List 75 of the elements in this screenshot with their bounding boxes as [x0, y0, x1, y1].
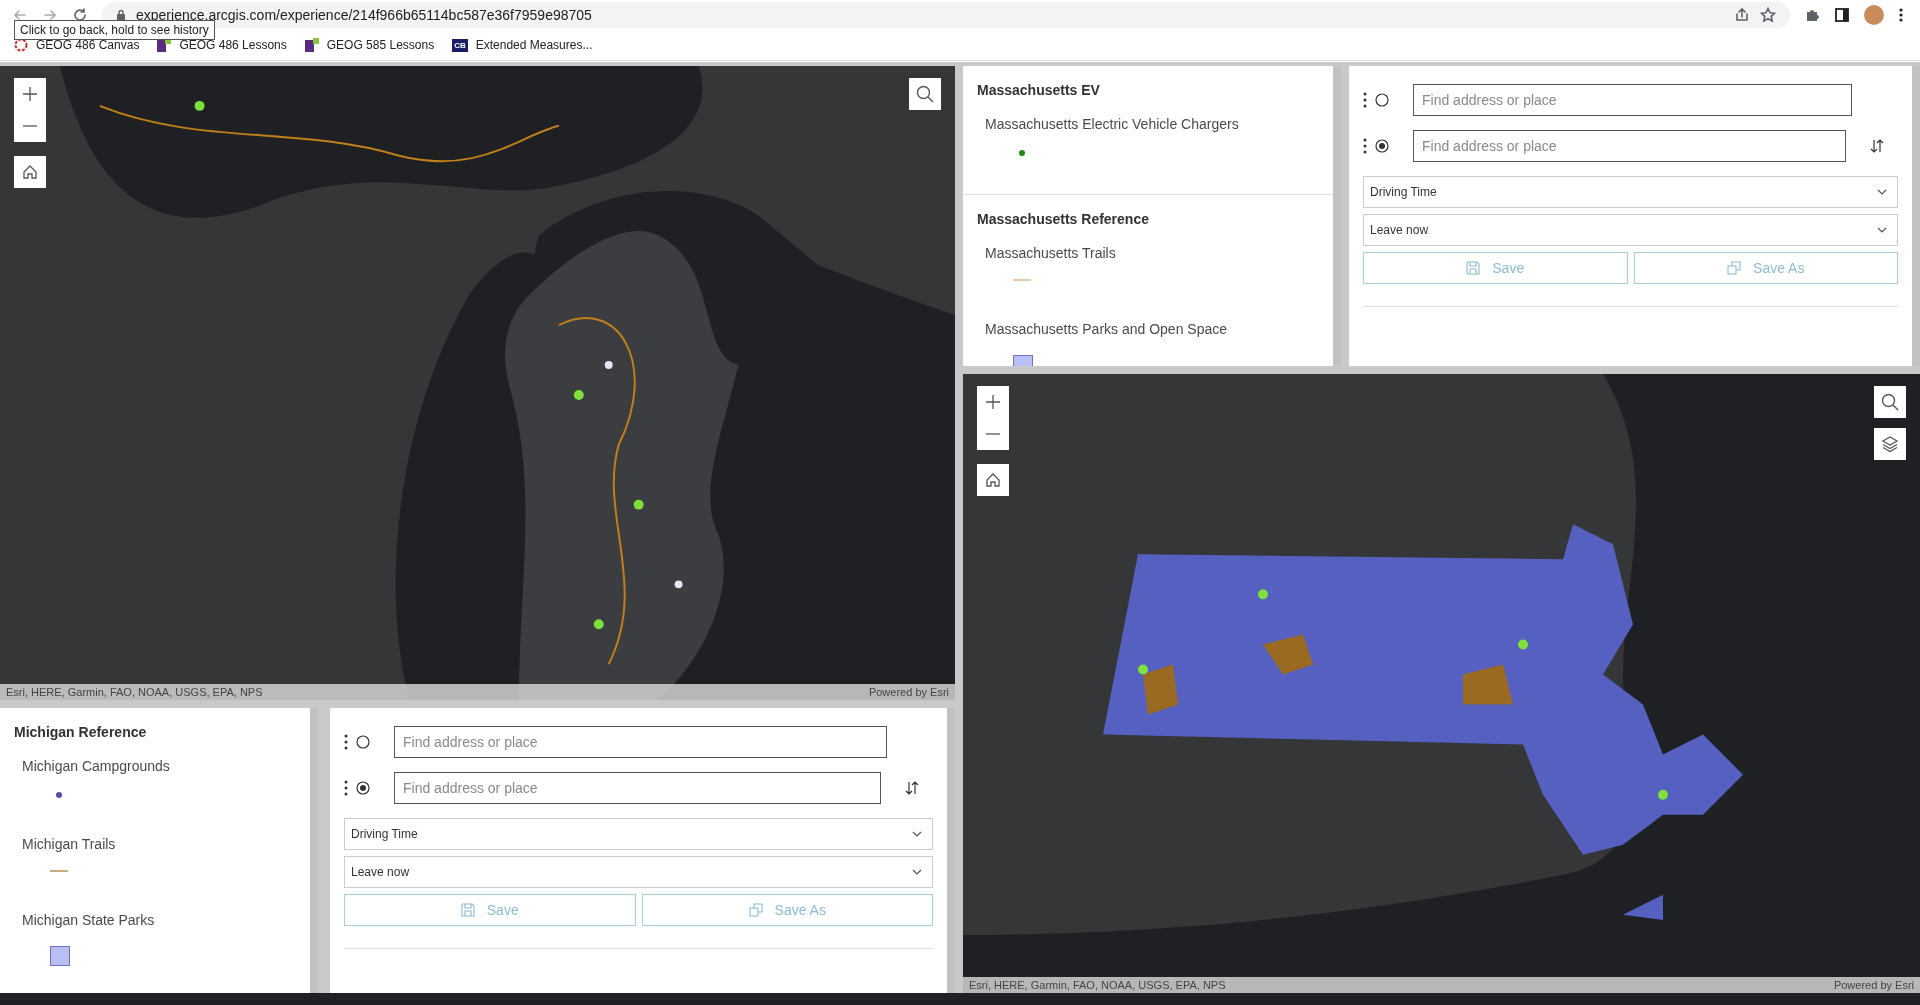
- powered-by-text: Powered by Esri: [868, 685, 949, 700]
- dropdown[interactable]: Driving Time: [344, 818, 933, 850]
- minus-icon: [985, 433, 1001, 435]
- plus-icon: [22, 86, 38, 102]
- attribution-text: Esri, HERE, Garmin, FAO, NOAA, USGS, EPA, NPS: [6, 685, 263, 700]
- swap-icon[interactable]: [905, 780, 919, 796]
- layer-label: Michigan Campgrounds: [22, 758, 171, 774]
- scrollbar[interactable]: [1333, 66, 1341, 366]
- side-panel-icon[interactable]: [1834, 7, 1850, 23]
- layer-label: Massachusetts Parks and Open Space: [985, 321, 1229, 337]
- forward-icon[interactable]: [42, 7, 58, 23]
- home-icon: [22, 164, 38, 180]
- dropdown[interactable]: Leave now: [1363, 214, 1898, 246]
- layer-label: Massachusetts Electric Vehicle Chargers: [985, 116, 1240, 132]
- floppy-icon: [460, 903, 475, 917]
- origin-icon: [356, 735, 370, 749]
- destination-icon: [1375, 139, 1389, 153]
- puzzle-icon[interactable]: [1804, 7, 1820, 23]
- search-button[interactable]: [909, 78, 941, 110]
- legend-title: Michigan Reference: [14, 724, 148, 740]
- origin-icon: [1375, 93, 1389, 107]
- back-icon[interactable]: [12, 7, 28, 23]
- address-field[interactable]: Find address or place: [394, 772, 881, 804]
- plus-icon: [985, 394, 1001, 410]
- home-icon: [985, 472, 1001, 488]
- bookmark-badge: CB: [452, 38, 468, 52]
- avatar[interactable]: [1864, 5, 1884, 25]
- lock-icon: [116, 8, 126, 22]
- layer-label: Michigan State Parks: [22, 912, 156, 928]
- minus-icon: [22, 125, 38, 127]
- swap-icon[interactable]: [1870, 138, 1884, 154]
- floppy-icon: [1466, 261, 1481, 275]
- destination-icon: [356, 781, 370, 795]
- legend-title: Massachusetts Reference: [977, 211, 1150, 227]
- bookmark[interactable]: CB Extended Measures...: [452, 38, 593, 52]
- chevron-down-icon: [912, 869, 922, 875]
- layer-label: Massachusetts Trails: [985, 245, 1117, 261]
- copy-icon: [1727, 261, 1742, 275]
- powered-by-text: Powered by Esri: [1833, 978, 1914, 993]
- scrollbar[interactable]: [310, 708, 318, 993]
- search-button[interactable]: [1874, 386, 1906, 418]
- reload-icon[interactable]: [72, 7, 88, 23]
- scrollbar[interactable]: [947, 708, 955, 993]
- share-icon[interactable]: [1734, 7, 1750, 23]
- dropdown[interactable]: Leave now: [344, 856, 933, 888]
- chevron-down-icon: [1877, 189, 1887, 195]
- layers-icon: [1881, 435, 1899, 453]
- search-icon: [1881, 393, 1899, 411]
- address-field[interactable]: Find address or place: [394, 726, 887, 758]
- ring-icon: [14, 38, 28, 52]
- copy-icon: [748, 903, 763, 917]
- squares-icon: [304, 38, 319, 52]
- home-button[interactable]: [977, 464, 1009, 496]
- drag-handle-icon[interactable]: [1363, 92, 1367, 108]
- layer-label: Michigan Trails: [22, 836, 117, 852]
- home-button[interactable]: [14, 156, 46, 188]
- star-icon[interactable]: [1760, 7, 1776, 23]
- drag-handle-icon[interactable]: [1363, 138, 1367, 154]
- legend-title: Massachusetts EV: [977, 82, 1101, 98]
- tooltip: Click to go back, hold to see history: [14, 20, 215, 40]
- drag-handle-icon[interactable]: [344, 734, 348, 750]
- address-field[interactable]: Find address or place: [1413, 84, 1852, 116]
- attribution-text: Esri, HERE, Garmin, FAO, NOAA, USGS, EPA, NPS: [969, 978, 1226, 993]
- chevron-down-icon: [912, 831, 922, 837]
- bookmark[interactable]: GEOG 585 Lessons: [304, 38, 435, 52]
- address-field[interactable]: Find address or place: [1413, 130, 1846, 162]
- scrollbar[interactable]: [1912, 66, 1920, 366]
- search-icon: [916, 85, 934, 103]
- bookmark[interactable]: GEOG 486 Canvas: [14, 38, 140, 52]
- menu-icon[interactable]: [1898, 7, 1904, 23]
- layers-button[interactable]: [1874, 428, 1906, 460]
- dropdown[interactable]: Driving Time: [1363, 176, 1898, 208]
- drag-handle-icon[interactable]: [344, 780, 348, 796]
- chevron-down-icon: [1877, 227, 1887, 233]
- url-text: experience.arcgis.com/experience/214f966b65114bc587e36f7959e98705: [136, 7, 592, 23]
